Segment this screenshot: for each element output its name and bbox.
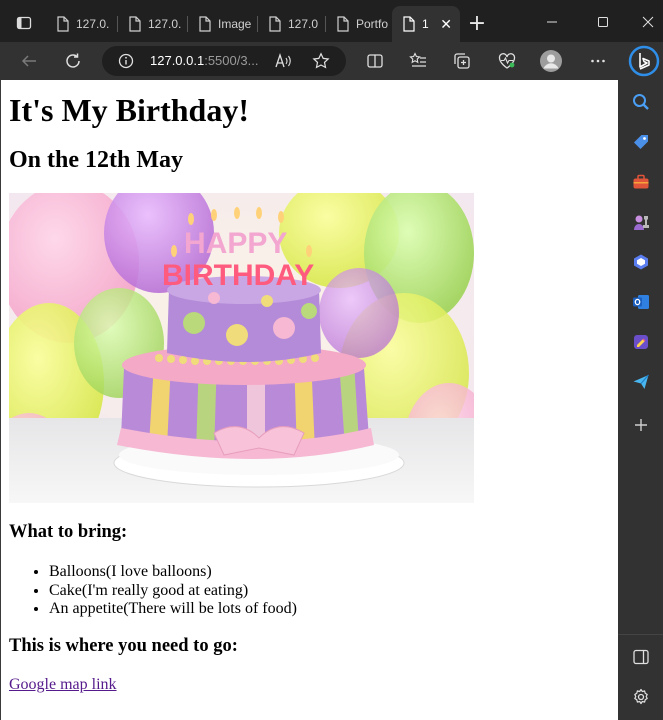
navigation-toolbar: 127.0.0.1:5500/3... (0, 42, 663, 80)
favorites-button[interactable] (405, 49, 431, 73)
copilot-icon (634, 254, 648, 270)
page-icon (129, 16, 141, 32)
cake-text-birthday: BIRTHDAY (162, 259, 314, 292)
collections-icon (454, 53, 470, 69)
sidebar-toggle-button[interactable] (630, 646, 652, 668)
minimize-button[interactable] (540, 10, 564, 34)
outlook-icon (633, 295, 649, 309)
split-screen-icon (367, 54, 383, 68)
page-title: It's My Birthday! (9, 92, 249, 128)
new-tab-button[interactable]: + (464, 12, 490, 38)
bing-icon (628, 45, 660, 77)
url-path: :5500/3... (204, 53, 259, 68)
collections-button[interactable] (449, 49, 475, 73)
sidebar-outlook-button[interactable] (630, 291, 652, 313)
cake-illustration: HAPPY BIRTHDAY (9, 193, 474, 503)
tools-icon (633, 174, 649, 189)
tab-actions-icon (16, 16, 32, 30)
read-aloud-icon[interactable] (274, 53, 292, 69)
shopping-tag-icon (634, 135, 648, 149)
birthday-cake-image: HAPPY BIRTHDAY (9, 193, 474, 503)
window-frame-left (0, 80, 1, 720)
browser-essentials-icon (498, 53, 516, 69)
split-screen-button[interactable] (362, 49, 388, 73)
page-icon (337, 16, 349, 32)
more-menu-button[interactable] (585, 49, 611, 73)
tab-title: Image (218, 17, 252, 31)
sidebar-copilot-button[interactable] (630, 251, 652, 273)
close-icon (642, 16, 654, 28)
bring-heading: What to bring: (9, 522, 128, 542)
send-icon (633, 374, 649, 389)
page-icon (57, 16, 69, 32)
tab-title: 127.0. (148, 17, 182, 31)
tab-6-active[interactable]: 1 ✕ (392, 6, 460, 42)
sidebar-send-button[interactable] (630, 371, 652, 393)
add-icon (635, 419, 647, 431)
google-map-link[interactable]: Google map link (9, 676, 117, 694)
sidebar-toggle-icon (633, 649, 649, 665)
list-item: Balloons(I love balloons) (49, 563, 297, 582)
edge-sidebar (618, 80, 663, 720)
tab-4[interactable]: 127.0 (258, 6, 326, 42)
maximize-icon (598, 17, 608, 27)
copilot-button[interactable] (628, 45, 660, 77)
list-item: An appetite(There will be lots of food) (49, 600, 297, 619)
page-icon (269, 16, 281, 32)
tab-actions-button[interactable] (8, 9, 40, 37)
tab-title: 127.0. (76, 17, 110, 31)
where-heading: This is where you need to go: (9, 636, 238, 656)
search-icon (633, 94, 649, 110)
tab-3[interactable]: Image (188, 6, 258, 42)
close-window-button[interactable] (636, 10, 660, 34)
sidebar-tools-button[interactable] (630, 171, 652, 193)
profile-avatar (540, 50, 562, 72)
tab-2[interactable]: 127.0. (118, 6, 188, 42)
tab-strip: 127.0. 127.0. Image 127.0 Portfo 1 ✕ + (0, 0, 663, 44)
maximize-button[interactable] (591, 10, 615, 34)
bring-list: Balloons(I love balloons) Cake(I'm reall… (49, 563, 297, 619)
tab-5[interactable]: Portfo (326, 6, 392, 42)
sidebar-games-button[interactable] (630, 211, 652, 233)
sidebar-add-button[interactable] (630, 414, 652, 436)
back-icon (21, 55, 36, 67)
tab-title: Portfo (356, 17, 389, 31)
more-menu-icon (591, 59, 605, 63)
page-viewport: It's My Birthday! On the 12th May HAPPY … (0, 80, 618, 720)
minimize-icon (547, 21, 557, 23)
drop-icon (634, 335, 648, 349)
sidebar-divider (618, 634, 663, 635)
info-icon[interactable] (118, 53, 134, 69)
settings-icon (634, 688, 648, 705)
profile-button[interactable] (538, 49, 564, 73)
browser-essentials-button[interactable] (494, 49, 520, 73)
list-item: Cake(I'm really good at eating) (49, 582, 297, 601)
back-button[interactable] (16, 49, 42, 73)
sidebar-drop-button[interactable] (630, 331, 652, 353)
page-subtitle: On the 12th May (9, 147, 183, 173)
games-icon (634, 215, 649, 230)
tab-1[interactable]: 127.0. (46, 6, 118, 42)
favorites-icon (409, 52, 426, 67)
refresh-button[interactable] (60, 49, 86, 73)
url-text[interactable]: 127.0.0.1:5500/3... (150, 53, 258, 68)
favorite-star-icon[interactable] (312, 52, 330, 70)
sidebar-shopping-button[interactable] (630, 131, 652, 153)
tab-title: 127.0 (288, 17, 319, 31)
close-tab-icon[interactable]: ✕ (440, 16, 452, 33)
address-bar[interactable]: 127.0.0.1:5500/3... (102, 46, 346, 76)
page-icon (403, 16, 415, 32)
tab-title: 1 (422, 17, 429, 31)
sidebar-settings-button[interactable] (630, 686, 652, 708)
refresh-icon (66, 53, 80, 68)
cake-text-happy: HAPPY (184, 227, 287, 260)
page-icon (199, 16, 211, 32)
sidebar-search-button[interactable] (630, 91, 652, 113)
url-host: 127.0.0.1 (150, 53, 205, 68)
